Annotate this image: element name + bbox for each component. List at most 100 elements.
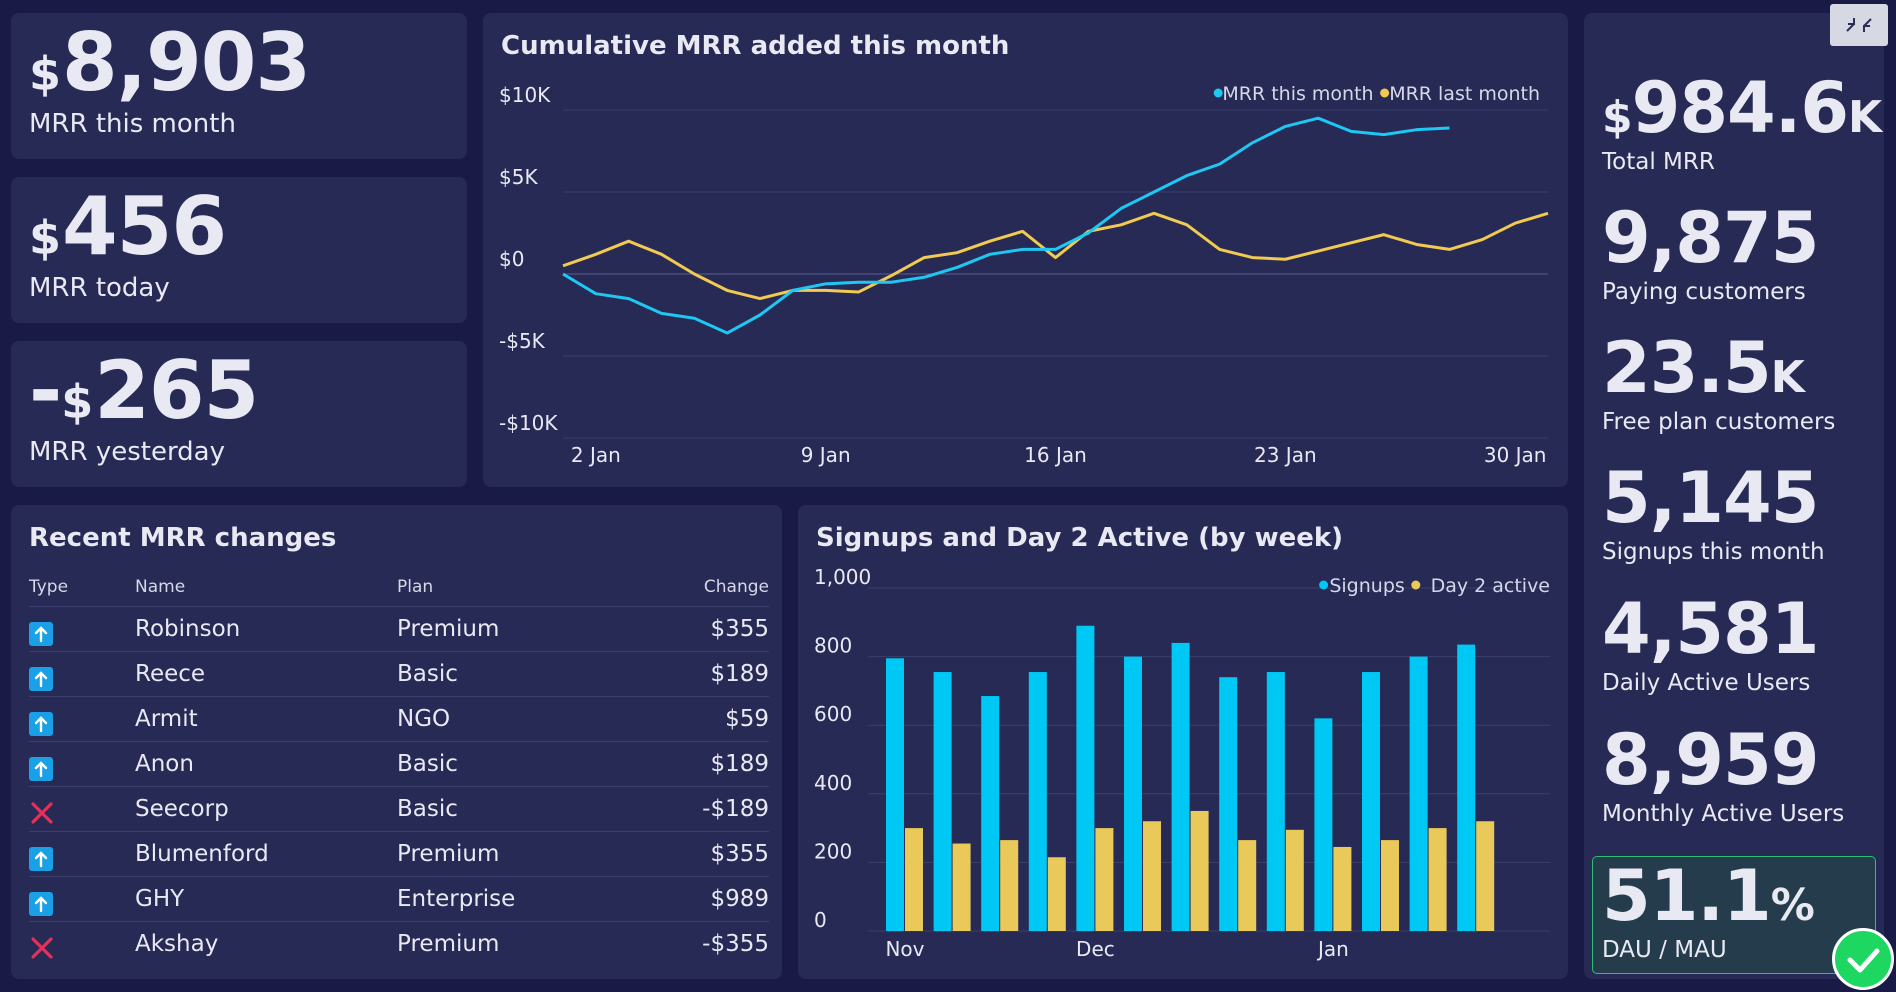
cell-type xyxy=(29,922,135,967)
y-tick-label: 0 xyxy=(814,908,827,932)
bar-signups xyxy=(1076,625,1095,931)
stat-signups-this-month: 5,145 Signups this month xyxy=(1602,463,1825,565)
bar-day-2-active xyxy=(1333,846,1352,931)
cell-plan: Premium xyxy=(397,931,500,957)
mrr-line-chart: $10K $5K $0 -$5K -$10K 2 Jan 9 Jan 16 Jan 23 Jan… xyxy=(499,83,1549,467)
bar-signups xyxy=(1219,677,1238,931)
table-row: Robinson Premium $355 xyxy=(29,606,769,652)
cell-plan: Basic xyxy=(397,651,637,697)
cell-change: $59 xyxy=(637,696,769,742)
y-tick-label: $10K xyxy=(499,83,551,107)
stat-value: 4,581 xyxy=(1602,588,1819,670)
table-row: Reece Basic $189 xyxy=(29,651,769,697)
bar-signups xyxy=(1362,672,1380,931)
cell-name: Seecorp xyxy=(135,786,397,832)
legend-label: Signups xyxy=(1329,575,1404,597)
kpi-mrr-today: $456 MRR today xyxy=(11,177,467,323)
table-header-row: Type Name Plan Change xyxy=(29,568,769,607)
cell-change: $355 xyxy=(637,606,769,652)
cell-name: Robinson xyxy=(135,606,397,652)
kpi-label: MRR yesterday xyxy=(29,437,226,467)
bar-day-2-active xyxy=(1285,829,1304,931)
recent-mrr-changes-panel: Recent MRR changes Type Name Plan Change… xyxy=(11,505,782,979)
arrow-up-icon xyxy=(29,711,53,736)
bar-signups xyxy=(1171,642,1190,931)
y-tick-label: 400 xyxy=(814,771,852,795)
signups-bar-chart-panel: Signups and Day 2 Active (by week) 0 200 4… xyxy=(798,505,1568,979)
stat-value: 23.5K xyxy=(1602,327,1805,409)
x-tick-label: 30 Jan xyxy=(1484,443,1547,467)
cell-change: -$189 xyxy=(637,786,769,832)
y-tick-label: 200 xyxy=(814,839,852,863)
stat-dau-mau: 51.1% DAU / MAU xyxy=(1602,861,1815,963)
header-plan: Plan xyxy=(397,568,637,607)
bar-day-2-active xyxy=(1190,810,1209,931)
legend-label: Day 2 active xyxy=(1431,575,1550,597)
x-tick-label: Dec xyxy=(1076,937,1115,961)
cell-type xyxy=(29,786,135,832)
x-tick-label: 9 Jan xyxy=(801,443,851,467)
stat-label: Signups this month xyxy=(1602,539,1825,565)
cell-type xyxy=(29,741,135,787)
cell-name: Akshay xyxy=(135,931,219,957)
stat-label: Total MRR xyxy=(1602,149,1715,175)
summary-stats-panel: $984.6K Total MRR 9,875 Paying customers… xyxy=(1584,13,1884,979)
kpi-mrr-this-month: $8,903 MRR this month xyxy=(11,13,467,159)
y-tick-label: -$5K xyxy=(499,329,546,353)
stat-label: Daily Active Users xyxy=(1602,670,1811,696)
bar-signups xyxy=(886,658,904,931)
stat-value: 8,959 xyxy=(1602,719,1819,801)
arrow-up-icon xyxy=(29,621,53,646)
cell-type xyxy=(29,831,135,877)
stat-free-plan-customers: 23.5K Free plan customers xyxy=(1602,333,1835,435)
x-tick-label: 16 Jan xyxy=(1024,443,1087,467)
stat-label: Paying customers xyxy=(1602,279,1806,305)
legend-marker xyxy=(1411,580,1421,590)
bar-day-2-active xyxy=(952,843,971,931)
series-line-mrr-this-month xyxy=(562,116,1450,335)
cell-plan: Premium xyxy=(397,606,637,652)
stat-value: 9,875 xyxy=(1602,197,1819,279)
collapse-button[interactable] xyxy=(1830,4,1888,46)
stat-daily-active-users: 4,581 Daily Active Users xyxy=(1602,588,1819,696)
x-mark-icon xyxy=(29,800,55,826)
x-tick-label: Nov xyxy=(885,937,924,961)
series-line-mrr-last-month xyxy=(562,211,1549,301)
kpi-label: MRR today xyxy=(29,273,170,303)
bar-day-2-active xyxy=(1476,821,1495,931)
cell-name: Blumenford xyxy=(135,831,397,877)
cell-plan: Enterprise xyxy=(397,876,637,922)
cell-plan: Basic xyxy=(397,741,637,787)
bar-day-2-active xyxy=(1381,840,1399,931)
arrow-up-icon xyxy=(29,756,53,781)
cell-change: -$355 xyxy=(702,931,769,957)
bar-day-2-active xyxy=(1428,828,1447,931)
stat-label: Free plan customers xyxy=(1602,409,1836,435)
legend-marker xyxy=(1213,88,1223,98)
y-tick-label: 600 xyxy=(814,702,852,726)
cell-plan: Premium xyxy=(397,831,637,877)
stat-label: DAU / MAU xyxy=(1602,937,1727,963)
table-row: Armit NGO $59 xyxy=(29,696,769,742)
cell-type xyxy=(29,876,135,922)
cell-change: $355 xyxy=(637,831,769,877)
kpi-value: $456 xyxy=(29,180,227,273)
cell-type xyxy=(29,696,135,742)
bar-signups xyxy=(1266,672,1285,931)
stat-monthly-active-users: 8,959 Monthly Active Users xyxy=(1602,725,1844,827)
bar-day-2-active xyxy=(1000,840,1019,931)
stat-value: 5,145 xyxy=(1602,457,1819,539)
y-tick-label: $0 xyxy=(499,247,524,271)
legend-marker xyxy=(1380,88,1390,98)
header-change: Change xyxy=(637,568,769,607)
cell-change: $989 xyxy=(637,876,769,922)
bar-day-2-active xyxy=(1095,828,1114,931)
bar-signups xyxy=(981,696,1000,931)
cell-change: $189 xyxy=(637,741,769,787)
table-row: Anon Basic $189 xyxy=(29,741,769,787)
mrr-changes-table: Type Name Plan Change Robinson Premium $35… xyxy=(29,568,769,966)
table-row: Akshay Premium -$355 xyxy=(29,922,769,967)
cell-plan: Basic xyxy=(397,786,637,832)
stat-total-mrr: $984.6K Total MRR xyxy=(1602,73,1882,175)
stat-label: Monthly Active Users xyxy=(1602,801,1845,827)
